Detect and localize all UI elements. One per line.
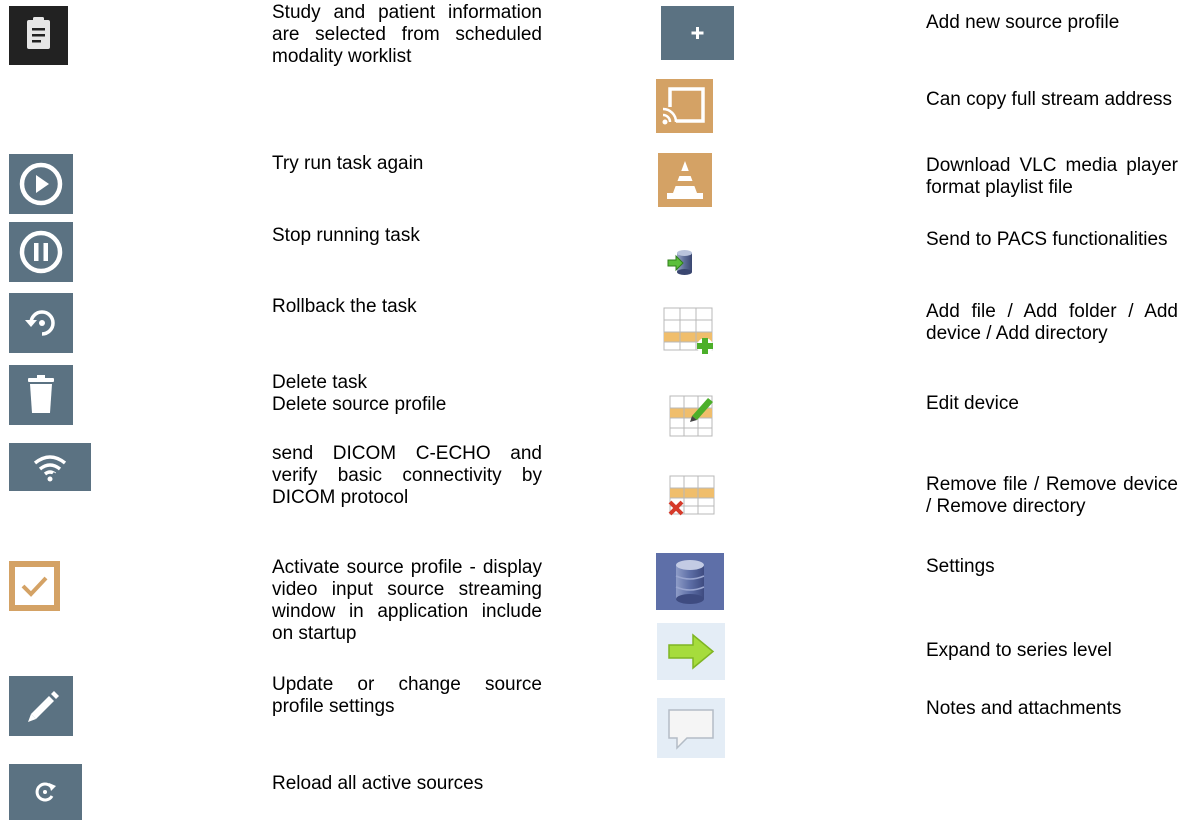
send-to-pacs-icon [665, 247, 697, 277]
description-vlc-playlist: Download VLC media player format playlis… [926, 155, 1178, 199]
description-stop-task: Stop running task [272, 225, 542, 247]
trash-icon [9, 365, 73, 425]
play-circle-icon [9, 154, 73, 214]
arrow-right-icon [657, 623, 725, 680]
speech-bubble-icon [657, 698, 725, 758]
database-icon [656, 553, 724, 610]
description-line: Delete source profile [272, 394, 447, 415]
description-settings: Settings [926, 556, 1178, 578]
description-text: Reload all active sources [272, 773, 484, 794]
reload-icon [9, 764, 82, 820]
cast-icon [656, 79, 713, 133]
description-text: Stop running task [272, 225, 420, 246]
table-remove-icon [666, 474, 716, 516]
description-text: Add new source profile [926, 12, 1120, 33]
description-notes: Notes and attachments [926, 698, 1178, 720]
description-add-file: Add file / Add folder / Add device / Add… [926, 301, 1178, 345]
description-text: Expand to series level [926, 640, 1112, 661]
description-expand-series: Expand to series level [926, 640, 1178, 662]
description-text: Add file / Add folder / Add device / Add… [926, 301, 1178, 344]
description-text: Activate source profile - display video … [272, 557, 542, 644]
description-line: Delete task [272, 372, 368, 393]
description-send-to-pacs: Send to PACS functionalities [926, 229, 1178, 251]
description-text: Remove file / Remove device / Remove dir… [926, 474, 1178, 517]
plus-icon [661, 6, 734, 60]
description-c-echo: send DICOM C-ECHO and verify basic conne… [272, 443, 542, 509]
description-reload: Reload all active sources [272, 773, 542, 795]
description-text: Update or change source profile settings [272, 674, 542, 717]
table-add-icon [662, 306, 716, 354]
description-text: Download VLC media player format playlis… [926, 155, 1178, 198]
description-text: send DICOM C-ECHO and verify basic conne… [272, 443, 542, 508]
description-rollback: Rollback the task [272, 296, 542, 318]
wifi-icon [9, 443, 91, 491]
pause-circle-icon [9, 222, 73, 282]
description-activate-profile: Activate source profile - display video … [272, 557, 542, 645]
clipboard-icon [9, 6, 68, 65]
description-text: Study and patient information are select… [272, 2, 542, 67]
description-copy-stream: Can copy full stream address [926, 89, 1178, 111]
table-edit-icon [668, 392, 716, 440]
description-text: Send to PACS functionalities [926, 229, 1168, 250]
checkbox-checked-icon [9, 561, 60, 611]
description-text: Try run task again [272, 153, 424, 174]
description-text: Edit device [926, 393, 1019, 414]
description-add-source-profile: Add new source profile [926, 12, 1178, 34]
description-clipboard: Study and patient information are select… [272, 2, 542, 68]
description-delete: Delete task Delete source profile [272, 372, 542, 416]
rollback-icon [9, 293, 73, 353]
description-remove-file: Remove file / Remove device / Remove dir… [926, 474, 1178, 518]
description-edit-device: Edit device [926, 393, 1178, 415]
description-text: Can copy full stream address [926, 89, 1173, 110]
pencil-icon [9, 676, 73, 736]
description-update-profile: Update or change source profile settings [272, 674, 542, 718]
description-text: Notes and attachments [926, 698, 1122, 719]
description-text: Rollback the task [272, 296, 417, 317]
vlc-cone-icon [658, 153, 712, 207]
description-text: Settings [926, 556, 995, 577]
description-try-run-again: Try run task again [272, 153, 542, 175]
